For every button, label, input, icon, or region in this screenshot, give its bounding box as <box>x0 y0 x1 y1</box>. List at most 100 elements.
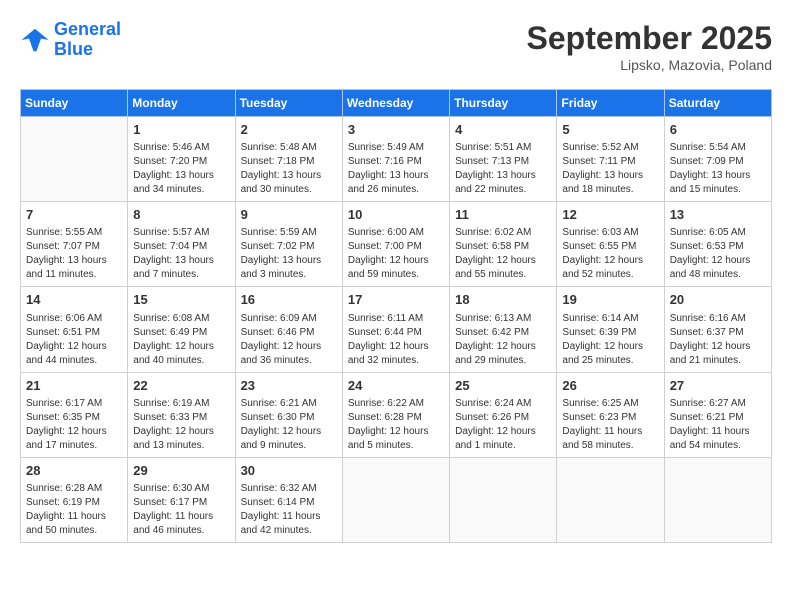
day-number: 19 <box>562 291 658 309</box>
calendar-cell: 18 Sunrise: 6:13 AMSunset: 6:42 PMDayligh… <box>450 287 557 372</box>
day-info: Sunrise: 6:06 AMSunset: 6:51 PMDaylight:… <box>26 312 122 368</box>
title-block: September 2025 Lipsko, Mazovia, Poland <box>527 20 772 73</box>
calendar-cell: 25 Sunrise: 6:24 AMSunset: 6:26 PMDayligh… <box>450 372 557 457</box>
calendar-table: SundayMondayTuesdayWednesdayThursdayFrid… <box>20 89 772 543</box>
weekday-header-wednesday: Wednesday <box>342 90 449 117</box>
calendar-week-4: 21 Sunrise: 6:17 AMSunset: 6:35 PMDayligh… <box>21 372 772 457</box>
day-info: Sunrise: 5:51 AMSunset: 7:13 PMDaylight:… <box>455 141 551 197</box>
day-number: 8 <box>133 206 229 224</box>
day-number: 27 <box>670 377 766 395</box>
calendar-cell: 9Sunrise: 5:59 AMSunset: 7:02 PMDaylight… <box>235 202 342 287</box>
weekday-header-saturday: Saturday <box>664 90 771 117</box>
day-info: Sunrise: 6:16 AMSunset: 6:37 PMDaylight:… <box>670 312 766 368</box>
day-info: Sunrise: 5:59 AMSunset: 7:02 PMDaylight:… <box>241 226 337 282</box>
calendar-cell <box>342 457 449 542</box>
calendar-cell: 11 Sunrise: 6:02 AMSunset: 6:58 PMDayligh… <box>450 202 557 287</box>
calendar-cell: 16 Sunrise: 6:09 AMSunset: 6:46 PMDayligh… <box>235 287 342 372</box>
weekday-header-sunday: Sunday <box>21 90 128 117</box>
day-info: Sunrise: 6:05 AMSunset: 6:53 PMDaylight:… <box>670 226 766 282</box>
calendar-cell: 17 Sunrise: 6:11 AMSunset: 6:44 PMDayligh… <box>342 287 449 372</box>
day-number: 12 <box>562 206 658 224</box>
day-number: 16 <box>241 291 337 309</box>
day-info: Sunrise: 5:54 AMSunset: 7:09 PMDaylight:… <box>670 141 766 197</box>
calendar-cell <box>21 117 128 202</box>
day-info: Sunrise: 6:22 AMSunset: 6:28 PMDaylight:… <box>348 397 444 453</box>
weekday-header-monday: Monday <box>128 90 235 117</box>
calendar-week-2: 7Sunrise: 5:55 AMSunset: 7:07 PMDaylight… <box>21 202 772 287</box>
day-info: Sunrise: 6:13 AMSunset: 6:42 PMDaylight:… <box>455 312 551 368</box>
day-info: Sunrise: 6:02 AMSunset: 6:58 PMDaylight:… <box>455 226 551 282</box>
weekday-header-friday: Friday <box>557 90 664 117</box>
calendar-cell: 21 Sunrise: 6:17 AMSunset: 6:35 PMDayligh… <box>21 372 128 457</box>
day-number: 26 <box>562 377 658 395</box>
day-info: Sunrise: 6:09 AMSunset: 6:46 PMDaylight:… <box>241 312 337 368</box>
calendar-cell: 30Sunrise: 6:32 AMSunset: 6:14 PMDayligh… <box>235 457 342 542</box>
day-number: 6 <box>670 121 766 139</box>
day-number: 11 <box>455 206 551 224</box>
calendar-cell: 29Sunrise: 6:30 AMSunset: 6:17 PMDayligh… <box>128 457 235 542</box>
day-info: Sunrise: 6:17 AMSunset: 6:35 PMDaylight:… <box>26 397 122 453</box>
month-title: September 2025 <box>527 20 772 57</box>
weekday-header-thursday: Thursday <box>450 90 557 117</box>
calendar-cell: 10 Sunrise: 6:00 AMSunset: 7:00 PMDayligh… <box>342 202 449 287</box>
calendar-week-1: 1Sunrise: 5:46 AMSunset: 7:20 PMDaylight… <box>21 117 772 202</box>
day-info: Sunrise: 6:11 AMSunset: 6:44 PMDaylight:… <box>348 312 444 368</box>
logo-icon <box>20 25 50 55</box>
weekday-header-row: SundayMondayTuesdayWednesdayThursdayFrid… <box>21 90 772 117</box>
day-info: Sunrise: 6:00 AMSunset: 7:00 PMDaylight:… <box>348 226 444 282</box>
calendar-cell: 14 Sunrise: 6:06 AMSunset: 6:51 PMDayligh… <box>21 287 128 372</box>
day-number: 21 <box>26 377 122 395</box>
day-number: 14 <box>26 291 122 309</box>
calendar-week-5: 28 Sunrise: 6:28 AMSunset: 6:19 PMDayligh… <box>21 457 772 542</box>
calendar-cell: 13 Sunrise: 6:05 AMSunset: 6:53 PMDayligh… <box>664 202 771 287</box>
day-number: 25 <box>455 377 551 395</box>
day-info: Sunrise: 5:52 AMSunset: 7:11 PMDaylight:… <box>562 141 658 197</box>
day-info: Sunrise: 6:14 AMSunset: 6:39 PMDaylight:… <box>562 312 658 368</box>
day-number: 3 <box>348 121 444 139</box>
calendar-cell: 2 Sunrise: 5:48 AMSunset: 7:18 PMDaylight… <box>235 117 342 202</box>
day-info: Sunrise: 5:49 AMSunset: 7:16 PMDaylight:… <box>348 141 444 197</box>
day-number: 13 <box>670 206 766 224</box>
calendar-cell: 7Sunrise: 5:55 AMSunset: 7:07 PMDaylight… <box>21 202 128 287</box>
day-number: 20 <box>670 291 766 309</box>
day-info: Sunrise: 6:19 AMSunset: 6:33 PMDaylight:… <box>133 397 229 453</box>
day-number: 4 <box>455 121 551 139</box>
day-info: Sunrise: 5:57 AMSunset: 7:04 PMDaylight:… <box>133 226 229 282</box>
calendar-cell: 1Sunrise: 5:46 AMSunset: 7:20 PMDaylight… <box>128 117 235 202</box>
day-info: Sunrise: 6:28 AMSunset: 6:19 PMDaylight:… <box>26 482 122 538</box>
day-info: Sunrise: 5:55 AMSunset: 7:07 PMDaylight:… <box>26 226 122 282</box>
calendar-week-3: 14 Sunrise: 6:06 AMSunset: 6:51 PMDayligh… <box>21 287 772 372</box>
calendar-cell: 20 Sunrise: 6:16 AMSunset: 6:37 PMDayligh… <box>664 287 771 372</box>
day-number: 1 <box>133 121 229 139</box>
calendar-cell: 4 Sunrise: 5:51 AMSunset: 7:13 PMDaylight… <box>450 117 557 202</box>
day-number: 2 <box>241 121 337 139</box>
calendar-cell: 12Sunrise: 6:03 AMSunset: 6:55 PMDayligh… <box>557 202 664 287</box>
logo-text: General Blue <box>54 20 121 60</box>
calendar-cell: 8 Sunrise: 5:57 AMSunset: 7:04 PMDaylight… <box>128 202 235 287</box>
logo: General Blue <box>20 20 121 60</box>
calendar-cell <box>664 457 771 542</box>
calendar-cell: 5Sunrise: 5:52 AMSunset: 7:11 PMDaylight… <box>557 117 664 202</box>
calendar-cell: 3 Sunrise: 5:49 AMSunset: 7:16 PMDaylight… <box>342 117 449 202</box>
day-number: 15 <box>133 291 229 309</box>
calendar-cell: 24Sunrise: 6:22 AMSunset: 6:28 PMDayligh… <box>342 372 449 457</box>
day-number: 10 <box>348 206 444 224</box>
day-info: Sunrise: 6:21 AMSunset: 6:30 PMDaylight:… <box>241 397 337 453</box>
calendar-cell <box>450 457 557 542</box>
page-header: General Blue September 2025 Lipsko, Mazo… <box>20 20 772 73</box>
day-info: Sunrise: 6:25 AMSunset: 6:23 PMDaylight:… <box>562 397 658 453</box>
calendar-cell: 19 Sunrise: 6:14 AMSunset: 6:39 PMDayligh… <box>557 287 664 372</box>
day-info: Sunrise: 6:32 AMSunset: 6:14 PMDaylight:… <box>241 482 337 538</box>
day-number: 18 <box>455 291 551 309</box>
day-number: 22 <box>133 377 229 395</box>
calendar-cell: 28 Sunrise: 6:28 AMSunset: 6:19 PMDayligh… <box>21 457 128 542</box>
day-number: 29 <box>133 462 229 480</box>
day-info: Sunrise: 6:08 AMSunset: 6:49 PMDaylight:… <box>133 312 229 368</box>
day-info: Sunrise: 6:24 AMSunset: 6:26 PMDaylight:… <box>455 397 551 453</box>
day-info: Sunrise: 5:48 AMSunset: 7:18 PMDaylight:… <box>241 141 337 197</box>
calendar-cell: 27Sunrise: 6:27 AMSunset: 6:21 PMDayligh… <box>664 372 771 457</box>
day-number: 17 <box>348 291 444 309</box>
calendar-cell: 26 Sunrise: 6:25 AMSunset: 6:23 PMDayligh… <box>557 372 664 457</box>
calendar-cell: 23Sunrise: 6:21 AMSunset: 6:30 PMDayligh… <box>235 372 342 457</box>
day-number: 28 <box>26 462 122 480</box>
